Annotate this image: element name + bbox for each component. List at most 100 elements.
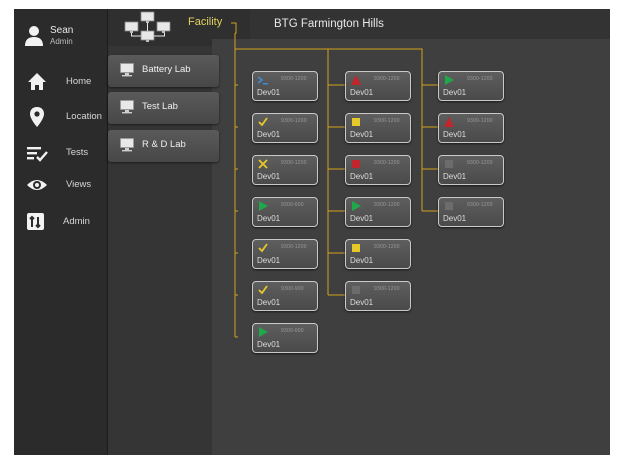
device-name: Dev01 (350, 130, 374, 139)
warning-icon (351, 75, 361, 85)
nav-item-location[interactable]: Location (26, 106, 104, 128)
x-mark-icon (258, 159, 268, 169)
device-range: 9300-1200 (374, 244, 400, 250)
gray-square-icon (352, 286, 360, 294)
device-name: Dev01 (257, 172, 281, 181)
header-bar (212, 9, 610, 39)
device-card[interactable]: 9300-1200 Dev01 (252, 113, 318, 143)
facility-network-icon[interactable] (124, 11, 172, 43)
device-card[interactable]: 9300-1200 Dev01 (438, 155, 504, 185)
device-range: 9300-1200 (281, 244, 307, 250)
device-card[interactable]: 9300-600 Dev01 (252, 197, 318, 227)
device-name: Dev01 (350, 298, 374, 307)
play-icon (445, 75, 454, 85)
nav-label-location: Location (66, 111, 102, 122)
lab-battery-lab[interactable]: Battery Lab (108, 55, 219, 87)
device-card[interactable]: 9300-1200 Dev01 (252, 71, 318, 101)
warning-icon (444, 117, 454, 127)
device-range: 9300-1200 (374, 160, 400, 166)
red-square-icon (352, 160, 360, 168)
eye-icon (27, 180, 47, 190)
nav-label-home: Home (66, 76, 92, 87)
user-profile[interactable]: Sean Admin (24, 23, 104, 53)
device-name: Dev01 (443, 214, 467, 223)
nav-label-tests: Tests (66, 147, 89, 158)
checkmark-icon (258, 117, 268, 127)
device-card[interactable]: 9300-1200 Dev01 (252, 155, 318, 185)
app-window: Sean Admin Home Location Tests Views Adm… (14, 9, 610, 455)
device-name: Dev01 (257, 130, 281, 139)
checkmark-icon (258, 243, 268, 253)
facility-label[interactable]: Facility (188, 16, 222, 28)
device-range: 9300-1200 (467, 160, 493, 166)
device-range: 9300-1200 (374, 202, 400, 208)
device-range: 9300-1200 (467, 118, 493, 124)
device-name: Dev01 (443, 172, 467, 181)
location-pin-icon (30, 107, 44, 127)
device-name: Dev01 (350, 214, 374, 223)
nav-label-admin: Admin (63, 216, 90, 227)
nav-item-admin[interactable]: Admin (26, 211, 104, 233)
device-range: 9300-1200 (281, 118, 307, 124)
device-card[interactable]: 9300-1200 Dev01 (345, 71, 411, 101)
user-role: Admin (50, 37, 73, 46)
device-range: 9300-1200 (281, 160, 307, 166)
device-card[interactable]: 9300-1200 Dev01 (345, 281, 411, 311)
device-range: 9300-000 (281, 328, 304, 334)
device-name: Dev01 (257, 214, 281, 223)
monitor-icon (120, 138, 134, 152)
lab-label: R & D Lab (142, 139, 186, 150)
device-card[interactable]: 9300-1200 Dev01 (252, 239, 318, 269)
device-name: Dev01 (257, 340, 281, 349)
device-range: 9300-1200 (281, 76, 307, 82)
lab-label: Test Lab (142, 101, 178, 112)
play-icon (259, 201, 268, 211)
device-name: Dev01 (350, 172, 374, 181)
site-title: BTG Farmington Hills (274, 18, 384, 30)
play-icon (352, 201, 361, 211)
device-range: 9300-1200 (374, 286, 400, 292)
device-name: Dev01 (350, 88, 374, 97)
yellow-square-icon (352, 118, 360, 126)
gray-square-icon (445, 160, 453, 168)
monitor-icon (120, 63, 134, 77)
nav-label-views: Views (66, 179, 92, 190)
device-name: Dev01 (257, 88, 281, 97)
play-icon (259, 327, 268, 337)
device-card[interactable]: 9300-1200 Dev01 (438, 71, 504, 101)
device-name: Dev01 (350, 256, 374, 265)
user-name: Sean (50, 25, 74, 36)
nav-item-tests[interactable]: Tests (26, 142, 104, 164)
device-card[interactable]: 9300-1200 Dev01 (345, 197, 411, 227)
side-nav: Sean Admin Home Location Tests Views Adm… (14, 9, 108, 455)
device-card[interactable]: 9300-900 Dev01 (252, 281, 318, 311)
nav-item-views[interactable]: Views (26, 174, 104, 196)
user-icon (25, 26, 43, 46)
lab-label: Battery Lab (142, 64, 191, 75)
device-range: 9300-1200 (467, 202, 493, 208)
checkmark-icon (258, 285, 268, 295)
device-name: Dev01 (257, 256, 281, 265)
admin-icon (27, 213, 44, 230)
gray-square-icon (445, 202, 453, 210)
device-range: 9300-1200 (467, 76, 493, 82)
home-icon (28, 73, 46, 90)
device-card[interactable]: 9300-1200 Dev01 (438, 113, 504, 143)
device-range: 9300-600 (281, 202, 304, 208)
terminal-icon (258, 76, 268, 85)
yellow-square-icon (352, 244, 360, 252)
device-name: Dev01 (443, 130, 467, 139)
tests-icon (27, 147, 48, 162)
device-name: Dev01 (443, 88, 467, 97)
device-card[interactable]: 9300-1200 Dev01 (345, 113, 411, 143)
monitor-icon (120, 100, 134, 114)
nav-item-home[interactable]: Home (26, 71, 104, 93)
device-card[interactable]: 9300-1200 Dev01 (345, 239, 411, 269)
device-card[interactable]: 9300-1200 Dev01 (345, 155, 411, 185)
lab-r-and-d-lab[interactable]: R & D Lab (108, 130, 219, 162)
device-range: 9300-1200 (374, 118, 400, 124)
lab-test-lab[interactable]: Test Lab (108, 92, 219, 124)
device-range: 9300-1200 (374, 76, 400, 82)
device-card[interactable]: 9300-1200 Dev01 (438, 197, 504, 227)
device-card[interactable]: 9300-000 Dev01 (252, 323, 318, 353)
